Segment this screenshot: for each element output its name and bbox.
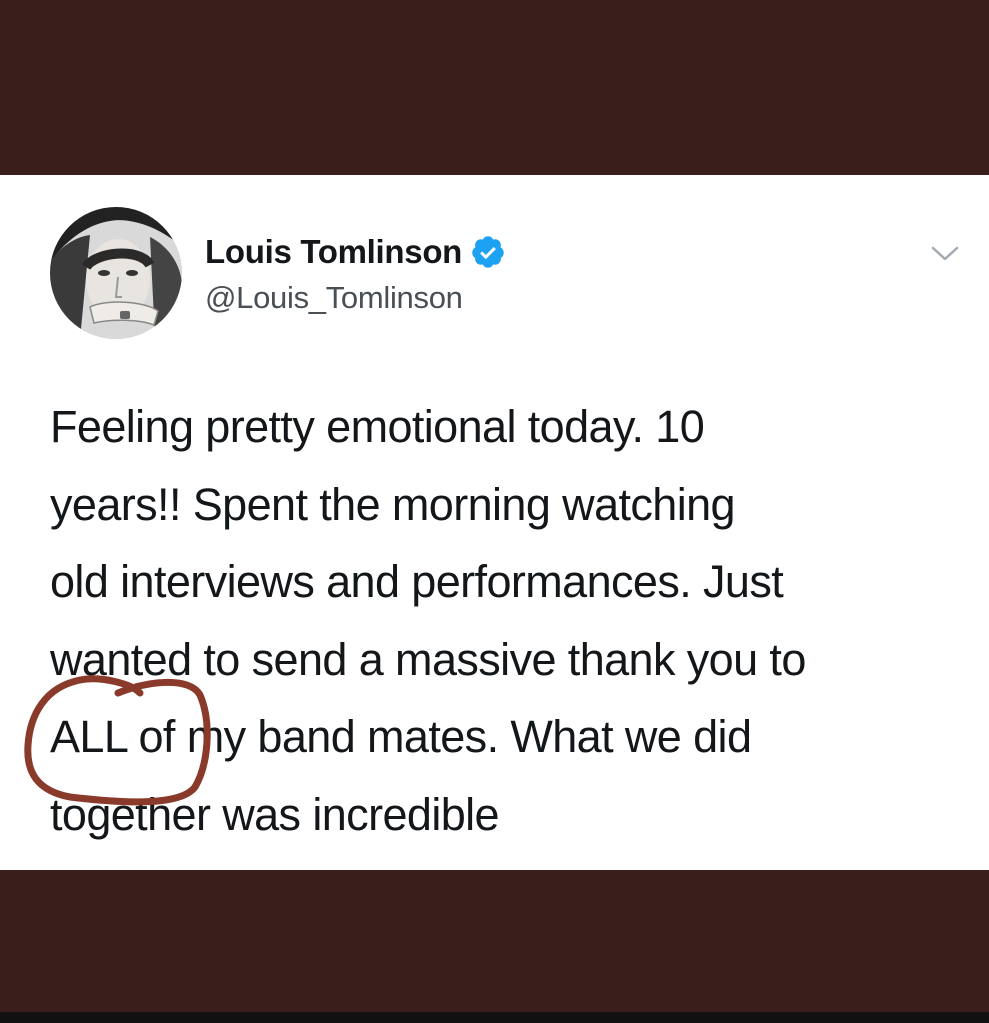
top-background-band	[0, 0, 989, 175]
profile-photo-icon	[50, 207, 182, 339]
screenshot-frame: Louis Tomlinson @Louis_Tomlinson Feeling…	[0, 0, 989, 1023]
author-row: Louis Tomlinson	[205, 233, 506, 271]
tweet-text-line: together was incredible	[50, 788, 500, 840]
bottom-edge	[0, 1012, 989, 1023]
tweet-text: Feeling pretty emotional today. 10 years…	[50, 388, 970, 853]
tweet-text-line: years!! Spent the morning watching	[50, 478, 736, 530]
tweet-card[interactable]: Louis Tomlinson @Louis_Tomlinson Feeling…	[0, 175, 989, 870]
chevron-down-icon	[931, 246, 959, 261]
avatar[interactable]	[50, 207, 182, 339]
tweet-menu-button[interactable]	[928, 237, 962, 271]
display-name[interactable]: Louis Tomlinson	[205, 233, 462, 271]
tweet-text-line: old interviews and performances. Just	[50, 556, 784, 607]
author-handle[interactable]: @Louis_Tomlinson	[205, 280, 463, 316]
bottom-background-band	[0, 870, 989, 1023]
tweet-text-line: Feeling pretty emotional today. 10	[50, 401, 705, 452]
verified-badge-icon	[470, 234, 506, 270]
tweet-text-line: ALL of my band mates. What we did	[50, 711, 752, 762]
tweet-text-line: wanted to send a massive thank you to	[50, 633, 806, 685]
